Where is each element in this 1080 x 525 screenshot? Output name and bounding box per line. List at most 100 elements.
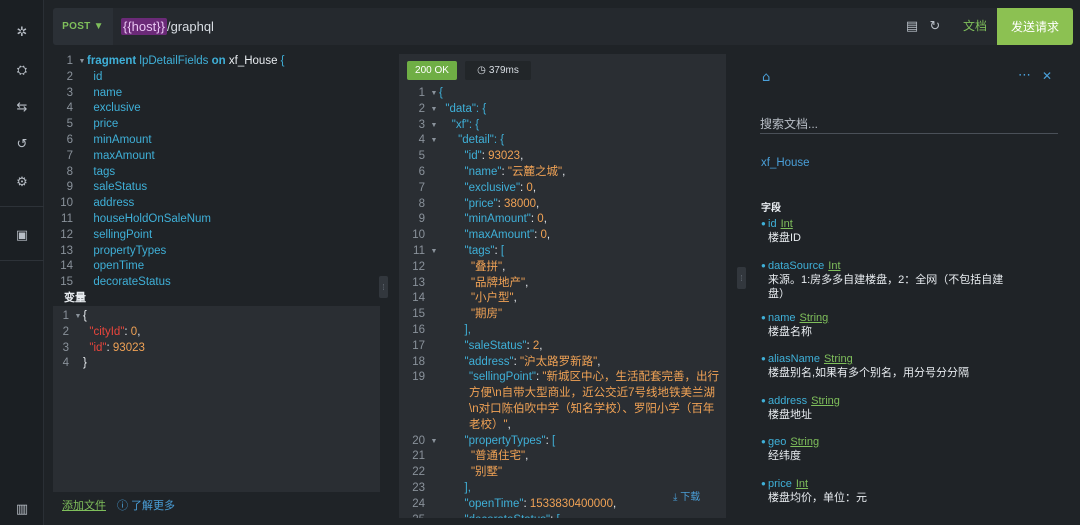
close-icon[interactable]: ✕ [1042,69,1052,83]
field-description: 经纬度 [768,450,801,462]
field-type-link[interactable]: String [800,312,829,324]
code-token: xf_House [228,55,281,67]
field-type-link[interactable]: String [811,395,840,407]
code-token: 38000 [504,197,537,210]
fold-gutter [77,117,87,133]
code-line: 14 "小户型", [399,291,726,307]
code-content: "tags": [ [439,244,505,260]
extension-icon[interactable]: ⚙ [12,172,32,192]
query-editor[interactable]: 1 ▼ fragment lpDetailFields on xf_House {2… [53,54,383,286]
fold-gutter [429,481,439,497]
url-input[interactable]: {{host}}/graphql [121,8,214,45]
code-token: { [439,87,443,99]
fold-toggle-icon[interactable]: ▼ [73,309,83,325]
line-number: 13 [60,244,73,257]
code-token: price [87,118,119,131]
docs-link[interactable]: 文档 [963,8,987,45]
code-content: "address": "沪太路罗新路", [439,355,601,371]
field-name[interactable]: aliasName [768,353,820,365]
line-number: 10 [412,229,425,242]
code-line: 8 "price": 38000, [399,197,726,213]
add-file-link[interactable]: 添加文件 [62,500,106,512]
field-item: ● geo String 经纬度 [761,436,1011,463]
code-content: ], [439,481,471,497]
field-type-link[interactable]: Int [781,218,793,230]
fold-gutter [429,339,439,355]
field-type-link[interactable]: Int [796,478,808,490]
response-time-value: 379ms [488,65,519,76]
field-name[interactable]: dataSource [768,260,824,272]
code-token: 1533830400000 [529,497,613,510]
line-number: 25 [399,513,429,518]
fold-gutter [77,244,87,260]
code-content: "id": 93023 [83,341,145,357]
docs-search-input[interactable] [760,114,1058,134]
fold-toggle-icon[interactable]: ▼ [429,244,439,260]
code-token: address [87,197,135,210]
fold-gutter [429,497,439,513]
send-request-button[interactable]: 发送请求 [997,8,1073,45]
fold-gutter [429,291,439,307]
history-icon[interactable]: ↺ [12,134,32,154]
code-token: , [137,325,141,338]
field-name[interactable]: geo [768,436,786,448]
line-number: 9 [418,213,425,226]
bullet-icon: ● [761,219,766,228]
line-number: 23 [412,481,425,494]
bullet-icon: ● [761,313,766,322]
fold-toggle-icon[interactable]: ▼ [77,54,87,70]
fold-toggle-icon[interactable]: ▼ [429,133,439,149]
learn-more-link[interactable]: ⓘ 了解更多 [117,497,175,513]
briefcase-icon[interactable]: ▣ [12,225,32,245]
field-name[interactable]: price [768,478,792,490]
line-number: 19 [412,371,425,384]
save-icon[interactable]: ▤ [903,17,921,35]
field-type-link[interactable]: String [824,353,853,365]
bullet-icon: ● [761,479,766,488]
type-name-link[interactable]: xf_House [761,157,810,169]
line-number: 4 [418,134,425,147]
code-content: "openTime": 1533830400000, [439,497,617,513]
line-number: 4 [66,102,73,115]
book-icon[interactable]: ▥ [12,499,32,519]
code-token: "detail": { [439,134,505,147]
splitter-handle[interactable]: ⁞ [737,267,746,289]
refresh-icon[interactable]: ↻ [926,17,944,35]
field-type-link[interactable]: String [790,436,819,448]
home-icon[interactable]: ⌂ [762,70,770,85]
share-icon[interactable]: ⛭ [12,60,32,80]
splitter-handle[interactable]: ⁞ [379,276,388,298]
field-item: ● id Int 楼盘ID [761,218,1011,245]
fold-toggle-icon[interactable]: ▼ [429,86,439,102]
code-token: "saleStatus" [439,339,527,352]
field-name[interactable]: name [768,312,796,324]
code-token: , [525,450,529,463]
fold-toggle-icon[interactable]: ▼ [429,118,439,134]
field-name[interactable]: address [768,395,807,407]
fold-toggle-icon[interactable]: ▼ [429,102,439,118]
line-number: 7 [66,149,73,162]
fold-gutter [77,212,87,228]
field-description: 楼盘名称 [768,326,812,338]
method-select[interactable]: POST ▼ [53,8,113,45]
settings-icon[interactable]: ✲ [12,22,32,42]
code-token: [ [552,434,556,447]
code-token: propertyTypes [87,244,167,257]
fold-toggle-icon[interactable]: ▼ [429,434,439,450]
line-number: 2 [418,102,425,115]
variables-editor[interactable]: 1 ▼{2 "cityId": 0, 3 "id": 93023 4} [53,306,380,492]
more-icon[interactable]: ⋯ [1018,68,1031,83]
bottom-links: 添加文件 ⓘ 了解更多 [62,497,175,513]
field-name[interactable]: id [768,218,777,230]
fold-toggle-icon[interactable]: ▼ [429,513,439,518]
code-content: id [87,70,102,86]
line-number: 6 [66,133,73,146]
fold-gutter [77,196,87,212]
code-token: 93023 [488,150,521,163]
field-type-link[interactable]: Int [828,260,840,272]
download-button[interactable]: ⤓ 下载 [673,488,700,503]
code-line: 21 "普通住宅", [399,449,726,465]
line-number: 6 [418,165,425,178]
history-swap-icon[interactable]: ⇆ [12,97,32,117]
code-line: 6 "name": "云麓之城", [399,165,726,181]
